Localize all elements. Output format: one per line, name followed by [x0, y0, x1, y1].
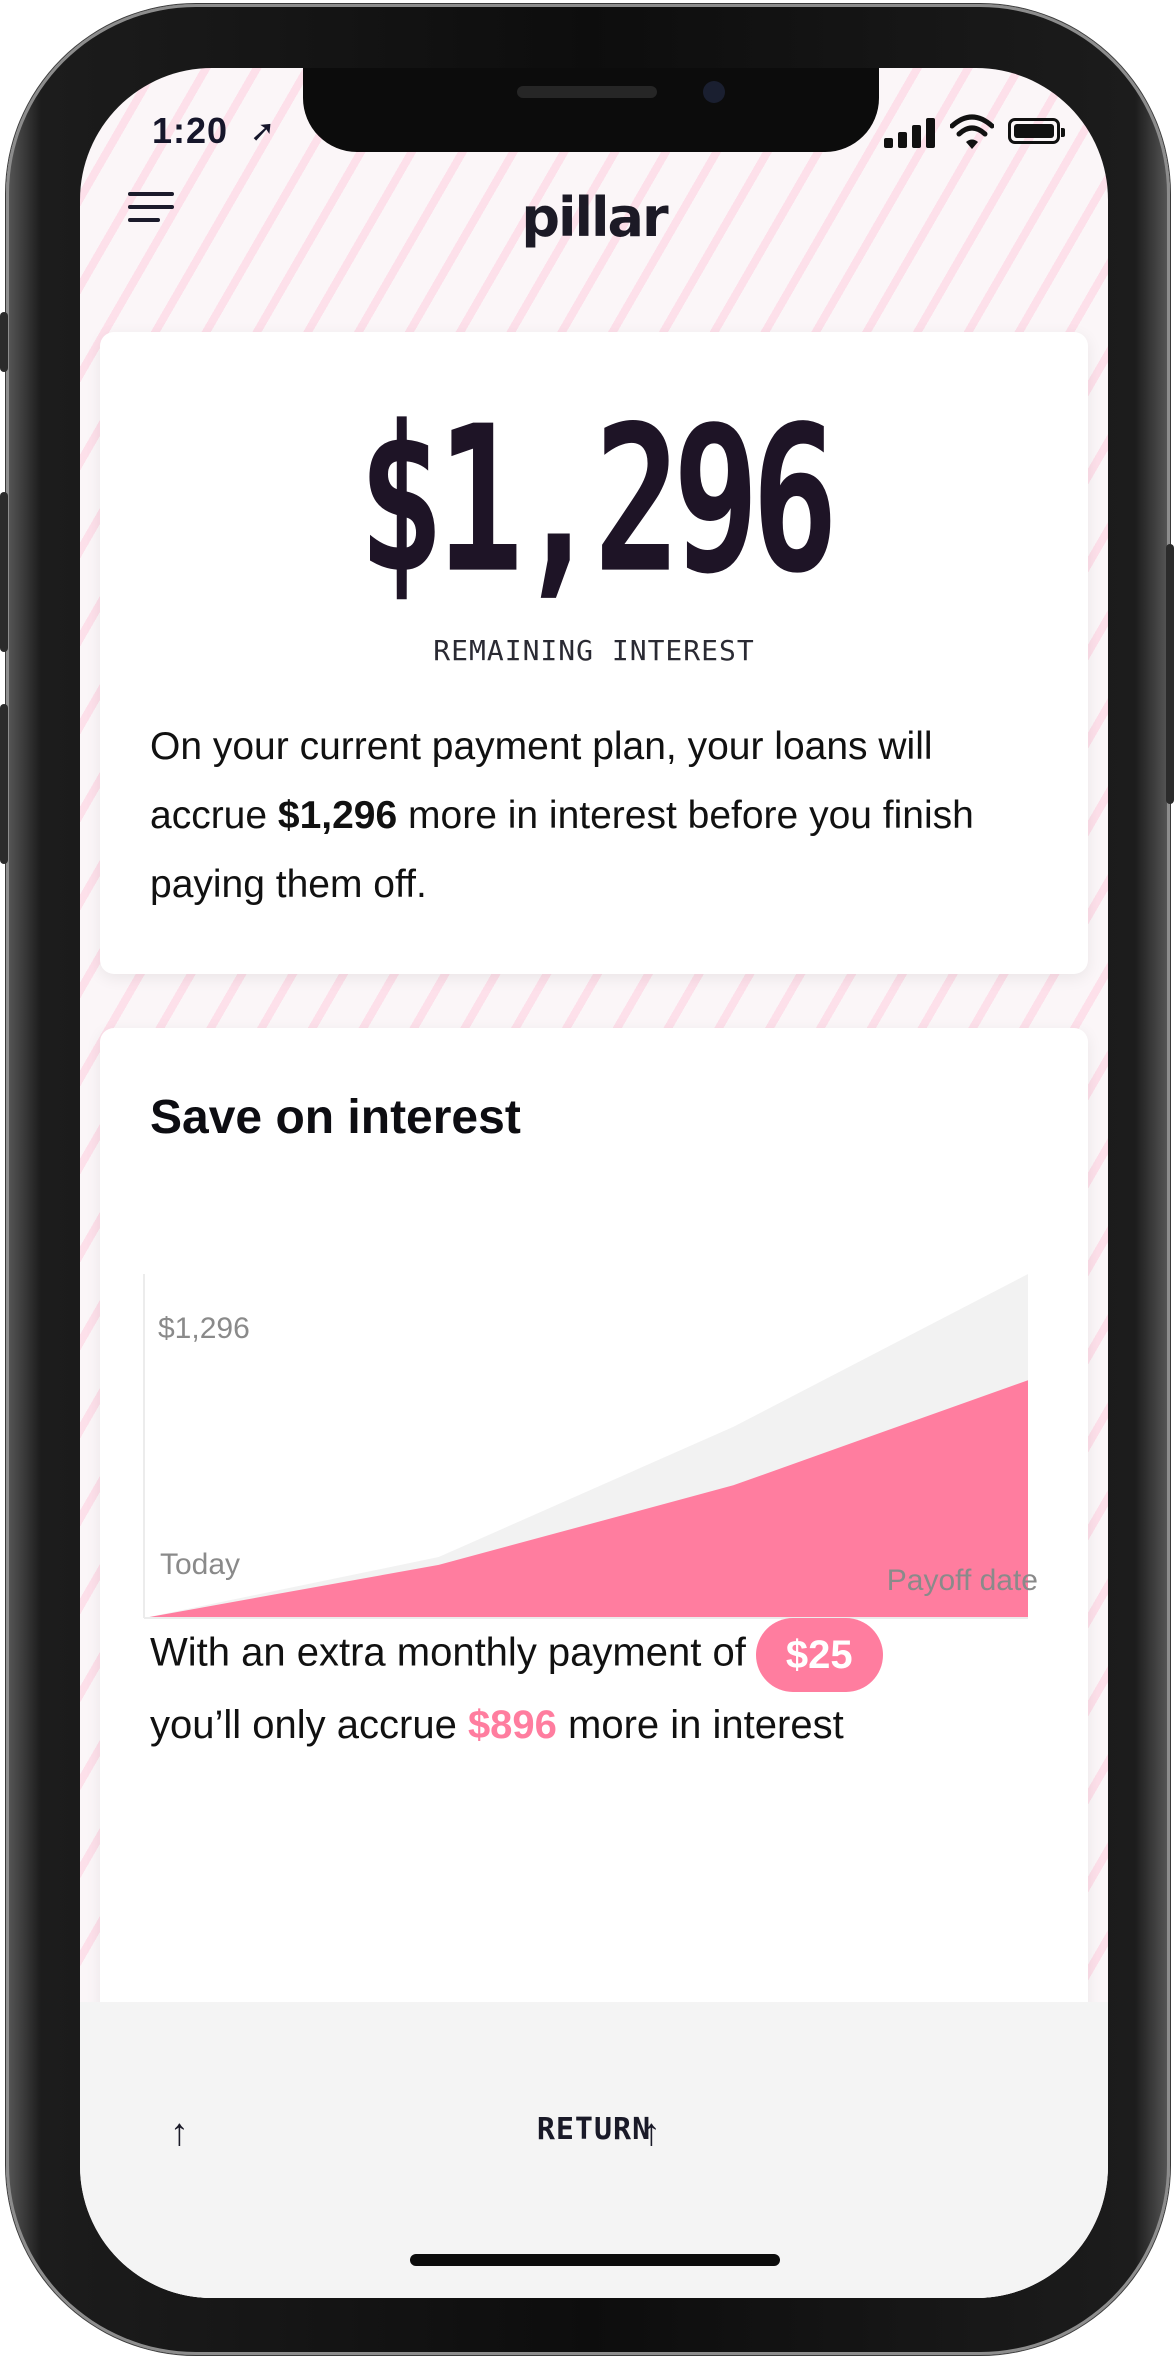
wifi-icon — [950, 114, 994, 149]
remaining-interest-label: REMAINING INTEREST — [433, 634, 755, 667]
chart-end-label: Payoff date — [886, 1564, 1038, 1597]
pillar-logo: pillar — [521, 186, 668, 249]
battery-icon — [1008, 118, 1065, 144]
phone-frame: 1:20 ➚ pillar $1,296 REMAINING INTEREST … — [0, 4, 1174, 2355]
power-button — [1166, 544, 1174, 804]
device-notch — [303, 68, 879, 152]
arrow-up-icon[interactable]: ↑ — [642, 2112, 661, 2155]
return-button[interactable]: RETURN — [80, 2112, 1108, 2147]
chart-y-max-label: $1,296 — [158, 1312, 250, 1345]
remaining-interest-card: $1,296 REMAINING INTEREST On your curren… — [100, 332, 1088, 974]
speaker-grille — [517, 86, 657, 98]
cellular-signal-icon — [884, 118, 938, 148]
front-camera — [703, 81, 725, 103]
result-suffix: more in interest — [556, 1703, 844, 1747]
result-amount: $896 — [467, 1703, 557, 1747]
result-prefix: you’ll only accrue — [150, 1703, 468, 1747]
bottom-navigation-bar: ↑ RETURN ↑ — [80, 2002, 1108, 2298]
save-on-interest-title: Save on interest — [150, 1091, 521, 1144]
volume-down-button — [0, 704, 8, 864]
extra-payment-amount-button[interactable]: $25 — [755, 1618, 883, 1692]
status-time: 1:20 — [152, 110, 229, 151]
interest-description: On your current payment plan, your loans… — [150, 725, 974, 906]
extra-payment-text: With an extra monthly payment of $25 you’… — [150, 1618, 1070, 1758]
location-arrow-icon: ➚ — [250, 115, 276, 148]
home-indicator[interactable] — [410, 2254, 780, 2266]
silent-switch — [0, 312, 8, 372]
screen: 1:20 ➚ pillar $1,296 REMAINING INTEREST … — [80, 68, 1108, 2298]
volume-up-button — [0, 492, 8, 652]
interest-description-amount: $1,296 — [277, 794, 398, 837]
remaining-interest-amount: $1,296 — [357, 382, 838, 618]
extra-payment-prefix: With an extra monthly payment of — [150, 1630, 746, 1675]
chart-start-label: Today — [160, 1548, 241, 1581]
